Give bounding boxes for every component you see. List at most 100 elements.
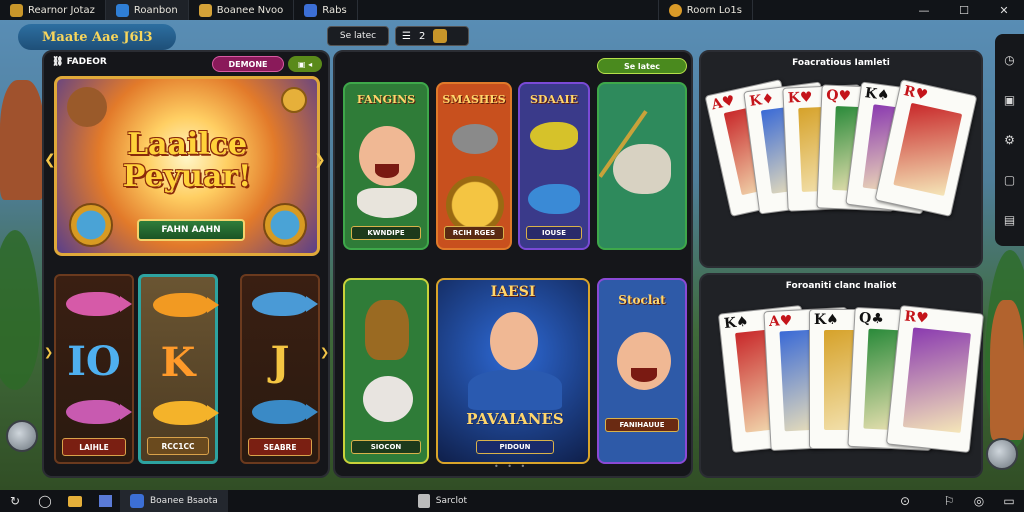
hero-banner[interactable]: Laailce Peyuar! FAHN AAHN [54,76,320,256]
filter-button[interactable]: Se latec [597,58,687,74]
app-icon [130,494,144,508]
slot-column[interactable]: J SEABRE [240,274,320,464]
character-beard [357,188,417,218]
slot-column[interactable]: K RCC1CC [138,274,219,464]
taskbar-app[interactable]: Boanee Bsaota [120,490,228,512]
minimize-button[interactable]: — [904,0,944,20]
card-rank: K♠ [863,85,891,105]
clock-icon[interactable]: ◷ [1002,52,1018,68]
game-caption: KWNDIPE [351,226,421,240]
card-rank: Q♥ [825,87,852,105]
fish-icon [613,144,671,194]
link-icon: ⛓ [52,57,67,67]
quantity-stepper[interactable]: ☰ 2 [395,26,469,46]
hero-title: Laailce Peyuar! [122,127,252,194]
menu-icon[interactable]: ☰ [402,31,411,42]
game-title: PAVAIANES [466,410,564,428]
chat-icon[interactable]: ◯ [30,490,60,512]
select-dropdown[interactable]: Se latec [327,26,389,46]
fish-icon [66,292,132,316]
character-body [468,370,562,410]
character-face [363,376,413,422]
close-button[interactable]: ✕ [984,0,1024,20]
game-icon [198,3,212,17]
game-card[interactable]: SDAAIE IOUSE [518,82,590,250]
demo-badge[interactable]: DEMONE [212,56,284,72]
pagination-dots[interactable]: • • • [494,462,528,471]
tab-label: Roorn Lo1s [686,4,742,16]
store-icon[interactable] [90,490,120,512]
fish-icon [530,122,578,150]
tray-icon[interactable]: ◎ [964,490,994,512]
system-tray: ⊙ ⚐ ◎ ▭ [890,490,1024,512]
tab-5[interactable]: Roorn Lo1s [657,0,753,20]
game-card[interactable]: SMASHES RCIH RGES [436,82,512,250]
character-avatar [67,87,107,127]
side-toolbar: ◷ ▣ ⚙ ▢ ▤ [995,34,1024,246]
window-controls: — ☐ ✕ [904,0,1024,20]
tab-2[interactable]: Roanbon [105,0,189,20]
chest-icon[interactable] [433,29,448,43]
card-rank: R♥ [902,83,930,104]
folder-icon[interactable] [60,490,90,512]
image-icon[interactable]: ▢ [1002,172,1018,188]
chevron-left-icon[interactable]: ❯ [44,346,53,359]
game-caption: FANIHAUUE [605,418,679,432]
featured-game-card[interactable]: IAESI PAVAIANES PIDOUN [436,278,590,464]
game-card[interactable]: FANGINS KWNDIPE [343,82,429,250]
game-title: SMASHES [442,93,506,106]
panel-icon[interactable]: ▣ [1002,92,1018,108]
slot-column[interactable]: IO LAIHLE [54,274,134,464]
playing-card[interactable]: R♥ [885,304,985,454]
coin-icon [668,3,682,17]
settings-icon[interactable]: ⚙ [1002,132,1018,148]
scroll-button[interactable] [6,420,38,452]
app-title: Maate Aae J6l3 [18,24,176,50]
character-face [490,312,538,370]
tray-icon[interactable]: ⚐ [934,490,964,512]
game-card[interactable]: Stoclat FANIHAUUE [597,278,687,464]
fish-icon [66,400,132,424]
game-card[interactable] [597,82,687,250]
play-button[interactable]: FAHN AAHN [137,219,245,241]
card-rank: A♥ [768,312,793,331]
coin-icon [281,87,307,113]
tab-3[interactable]: Boanee Nvoo [189,0,295,20]
tab-1[interactable]: Rearnor Jotaz [0,0,106,20]
app-icon [417,494,430,508]
back-icon[interactable]: ↻ [0,490,30,512]
character-mouth [375,164,399,178]
game-caption: IOUSE [526,226,582,240]
chevron-right-icon[interactable]: ❯ [314,152,326,168]
game-caption: SIOCON [351,440,421,454]
taskbar-app-label: Sarclot [435,496,467,506]
background-rock [990,300,1024,440]
card-rank: K♥ [787,89,813,107]
game-title: SDAAIE [529,93,579,106]
card-rank: K♠ [814,312,839,328]
scroll-button[interactable] [986,438,1018,470]
layout-icon[interactable]: ▤ [1002,212,1018,228]
cat-icon [365,300,409,360]
medal-icon [263,203,307,247]
game-caption: PIDOUN [476,440,554,454]
stepper-value: 2 [418,30,426,42]
game-card[interactable]: SIOCON [343,278,429,464]
taskbar-app[interactable]: Sarclot [408,490,477,512]
card-rank: K♦ [748,90,776,110]
chevron-right-icon[interactable]: ❯ [320,346,329,359]
toggle-button[interactable]: ▣ ◂ [288,56,322,72]
card-artwork [893,102,963,197]
fish-icon [252,292,318,316]
game-icon [304,3,318,17]
notification-icon[interactable]: ▭ [994,490,1024,512]
tab-4[interactable]: Rabs [294,0,358,20]
chevron-left-icon[interactable]: ❮ [44,152,56,168]
maximize-button[interactable]: ☐ [944,0,984,20]
tab-bar: Rearnor Jotaz Roanbon Boanee Nvoo Rabs R… [0,0,1024,20]
fish-icon [252,400,318,424]
tab-label: Boanee Nvoo [216,4,284,16]
tray-icon[interactable]: ⊙ [890,490,920,512]
fish-icon [153,401,219,425]
taskbar-app-label: Boanee Bsaota [150,496,218,506]
